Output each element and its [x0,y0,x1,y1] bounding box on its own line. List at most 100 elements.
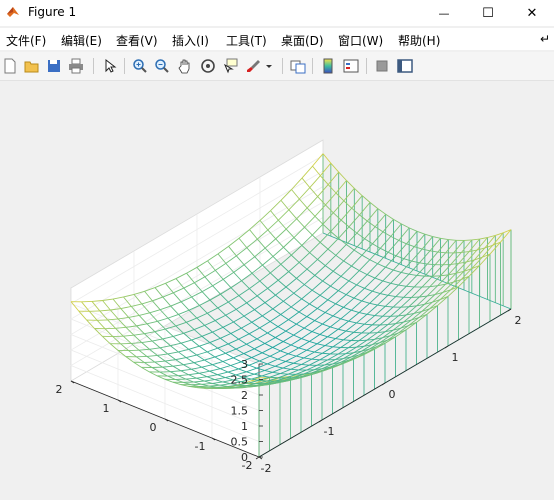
mesh-segment [269,355,278,360]
mesh-segment [290,364,302,370]
menu-overflow-icon[interactable]: ↵ [540,32,550,46]
mesh-segment [351,300,363,311]
mesh-segment [374,277,383,282]
new-figure-button[interactable] [0,56,20,76]
mesh-segment [306,349,315,353]
menu-view[interactable]: 查看(V) [116,32,158,49]
menu-file[interactable]: 文件(F) [6,32,46,49]
mesh-segment [390,223,402,237]
print-button[interactable] [66,56,86,76]
mesh-segment [390,282,399,286]
pan-button[interactable] [175,56,195,76]
mesh-segment [322,315,334,325]
mesh-segment [293,292,302,300]
mesh-segment [374,213,387,228]
mesh-segment [419,262,428,265]
mesh-segment [343,297,355,308]
mesh-segment [261,347,273,354]
mesh-segment [269,321,279,327]
mesh-segment [262,315,271,322]
menu-insert[interactable]: 插入(I) [172,32,209,49]
mesh-segment [248,327,260,335]
mesh-segment [351,207,360,216]
toolbar-separator [366,58,367,74]
menu-help[interactable]: 帮助(H) [398,32,440,49]
mesh-segment [251,321,260,329]
zoom-out-button[interactable] [152,56,172,76]
mesh-segment [298,303,310,313]
mesh-segment [356,313,368,324]
menu-window[interactable]: 窗口(W) [338,32,383,49]
mesh-segment [356,322,365,325]
zoom-in-button[interactable] [130,56,150,76]
save-button[interactable] [44,56,64,76]
mesh-segment [332,339,344,348]
menu-edit[interactable]: 编辑(E) [61,32,102,49]
mesh-segment [335,254,344,262]
pointer-button[interactable] [100,56,120,76]
mesh-segment [322,323,331,328]
mesh-segment [275,294,284,302]
menu-desktop[interactable]: 桌面(D) [281,32,324,49]
mesh-segment [212,331,221,339]
mesh-segment [324,345,333,348]
mesh-segment [330,285,339,292]
mesh-segment [372,290,381,294]
mesh-segment [380,293,389,296]
mesh-segment [227,338,239,345]
close-button[interactable]: ✕ [510,0,554,26]
mesh-segment [387,251,397,257]
mesh-segment [230,287,240,296]
mesh-segment [306,308,318,317]
mesh-segment [338,237,347,245]
mesh-segment [280,263,289,272]
show-plot-tools-button[interactable] [395,56,415,76]
x-tick-mark [255,456,260,460]
mesh-segment [324,303,336,313]
mesh-segment [301,358,313,365]
mesh-segment [316,336,328,345]
mesh-segment [280,314,289,320]
mesh-segment [366,208,379,222]
mesh-segment [364,277,376,289]
mesh-segment [254,309,263,317]
data-cursor-button[interactable] [221,56,241,76]
brush-dropdown-button[interactable] [264,56,274,76]
x-tick-label: -2 [261,462,272,475]
mesh-segment [277,271,289,281]
hide-plot-tools-button[interactable] [372,56,392,76]
mesh-segment [398,284,407,287]
mesh-segment [296,278,305,285]
mesh-segment [277,353,289,360]
mesh-segment [374,266,386,279]
minimize-button[interactable]: — [422,0,466,26]
mesh-segment [225,314,234,323]
colorbar-button[interactable] [318,56,338,76]
y-tick-label: -1 [195,440,206,453]
menu-tools[interactable]: 工具(T) [226,32,267,49]
legend-button[interactable] [341,56,361,76]
mesh-segment [233,315,245,323]
link-plot-button[interactable] [288,56,308,76]
maximize-button[interactable]: ☐ [466,0,510,26]
mesh-segment [274,361,286,367]
mesh-segment [356,284,365,289]
mesh-segment [217,307,226,316]
mesh-segment [314,345,326,353]
mesh-segment [259,321,271,329]
mesh-segment [340,265,352,277]
rotate-3d-icon [201,59,215,73]
mesh-segment [411,260,420,264]
mesh-segment [345,330,354,333]
rotate-3d-button[interactable] [198,56,218,76]
mesh-segment [332,260,344,272]
figure-canvas[interactable]: 00.511.522.53 -2-1012 -2-1012 [0,81,554,500]
z-tick-label: 3 [241,358,248,371]
mesh-segment [335,192,345,202]
mesh-segment [280,373,289,375]
mesh-segment [398,273,410,286]
mesh-segment [193,324,205,331]
brush-button[interactable] [244,56,264,76]
open-file-button[interactable] [22,56,42,76]
mesh-segment [214,314,226,321]
